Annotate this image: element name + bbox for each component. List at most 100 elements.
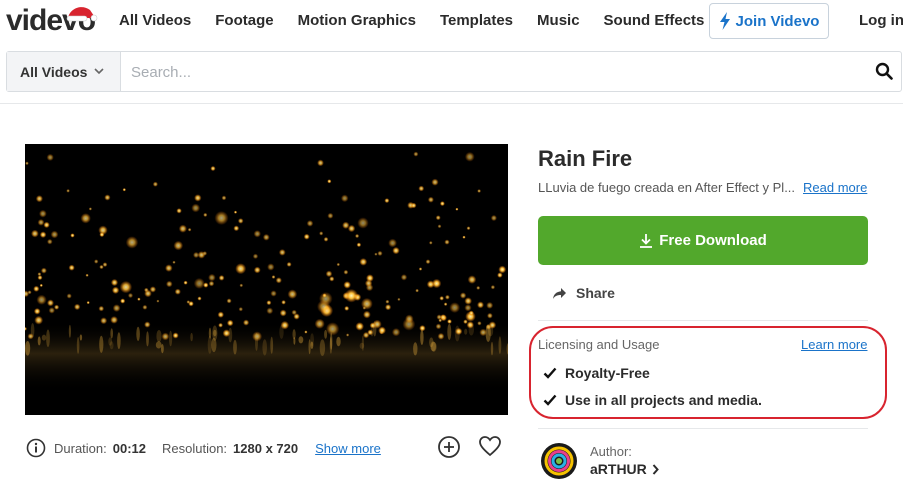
ember-reflection	[76, 337, 80, 354]
ember-spark	[68, 264, 75, 271]
video-meta: Duration: 00:12 Resolution: 1280 x 720 S…	[26, 436, 506, 460]
resolution-label: Resolution:	[162, 440, 228, 456]
ember-reflection	[156, 330, 162, 343]
ember-spark	[172, 260, 176, 264]
info-icon[interactable]	[26, 438, 46, 458]
nav-link-templates[interactable]: Templates	[440, 12, 513, 29]
nav-link-sound-effects[interactable]: Sound Effects	[604, 12, 705, 29]
add-to-collection-icon[interactable]	[437, 435, 461, 459]
resolution-value: 1280 x 720	[233, 440, 299, 456]
ember-reflection	[99, 335, 104, 353]
duration-value: 00:12	[112, 440, 146, 456]
ember-spark	[193, 277, 205, 289]
ember-spark	[161, 332, 170, 341]
video-description: LLuvia de fuego creada en After Effect y…	[538, 180, 873, 195]
ember-spark	[497, 272, 503, 278]
description-text: LLuvia de fuego creada en After Effect y…	[538, 180, 796, 195]
license-item-label: Royalty-Free	[565, 365, 650, 381]
ember-spark	[487, 312, 493, 319]
ember-reflection	[430, 341, 437, 352]
ember-spark	[466, 226, 471, 231]
ember-spark	[120, 298, 126, 304]
ember-spark	[281, 300, 286, 305]
ember-spark	[356, 242, 362, 248]
ember-spark	[437, 332, 445, 340]
ember-spark	[355, 322, 365, 331]
ember-spark	[444, 239, 450, 245]
lightning-icon	[719, 12, 730, 30]
nav-link-all-videos[interactable]: All Videos	[119, 12, 191, 29]
ember-spark	[47, 238, 53, 245]
show-more-link[interactable]: Show more	[315, 441, 381, 456]
join-videvo-button[interactable]: Join Videvo	[709, 3, 829, 39]
ember-reflection	[361, 335, 364, 351]
ember-reflection	[155, 341, 162, 349]
share-button[interactable]: Share	[552, 285, 615, 301]
author-avatar[interactable]	[540, 442, 578, 480]
ember-spark	[362, 306, 367, 310]
ember-reflection	[46, 329, 50, 348]
video-preview[interactable]	[25, 144, 508, 415]
ember-spark	[413, 151, 419, 157]
ember-spark	[210, 165, 216, 172]
ember-reflection	[79, 334, 83, 341]
ember-spark	[33, 285, 40, 292]
ember-reflection	[228, 327, 233, 343]
ember-spark	[385, 299, 390, 304]
ember-spark	[327, 212, 334, 219]
licensing-title: Licensing and Usage	[538, 337, 660, 352]
ember-spark	[314, 318, 325, 329]
ember-spark	[287, 289, 298, 299]
ember-spark	[439, 201, 445, 207]
license-item-use-all-projects: Use in all projects and media.	[543, 392, 762, 408]
nav-link-motion-graphics[interactable]: Motion Graphics	[298, 12, 416, 29]
ember-reflection	[330, 332, 333, 350]
ember-spark	[435, 215, 441, 221]
ember-spark	[174, 288, 181, 295]
ember-spark	[27, 290, 32, 295]
login-link[interactable]: Log in	[859, 12, 903, 29]
ember-spark	[426, 280, 435, 289]
heart-icon[interactable]	[478, 435, 502, 457]
learn-more-link[interactable]: Learn more	[801, 337, 867, 352]
ember-spark	[235, 263, 247, 275]
ember-spark	[439, 296, 445, 301]
ember-spark	[74, 303, 81, 311]
ember-spark	[165, 264, 173, 272]
ember-spark	[336, 262, 340, 267]
ember-reflection	[25, 341, 31, 356]
ember-reflection	[190, 332, 193, 342]
ember-spark	[176, 208, 182, 214]
search-category-label: All Videos	[20, 63, 88, 80]
ember-spark	[462, 235, 466, 239]
ember-spark	[50, 230, 59, 239]
search-input[interactable]	[131, 61, 831, 83]
free-download-label: Free Download	[659, 232, 767, 249]
section-divider	[538, 428, 868, 429]
free-download-button[interactable]: Free Download	[538, 216, 868, 265]
ember-spark	[343, 281, 352, 289]
ember-spark	[355, 233, 360, 239]
author-name-link[interactable]: aRTHUR	[590, 461, 659, 477]
license-item-royalty-free: Royalty-Free	[543, 365, 650, 381]
nav-link-footage[interactable]: Footage	[215, 12, 273, 29]
ember-spark	[197, 296, 202, 301]
nav-link-music[interactable]: Music	[537, 12, 580, 29]
ember-reflection	[485, 324, 491, 342]
ember-spark	[194, 194, 202, 202]
read-more-link[interactable]: Read more	[803, 180, 867, 195]
search-icon[interactable]	[875, 62, 893, 80]
ember-spark	[267, 263, 275, 271]
search-category-select[interactable]: All Videos	[7, 52, 121, 91]
ember-spark	[363, 310, 371, 319]
ember-spark	[455, 207, 459, 211]
ember-spark	[477, 321, 482, 326]
ember-spark	[178, 224, 187, 233]
ember-spark	[459, 292, 467, 299]
ember-reflection	[373, 321, 377, 337]
ember-spark	[88, 207, 92, 211]
top-nav: videvo All Videos Footage Motion Graphic…	[0, 0, 903, 44]
ember-spark	[464, 151, 475, 162]
ember-spark	[435, 323, 442, 330]
ember-spark	[418, 185, 425, 192]
